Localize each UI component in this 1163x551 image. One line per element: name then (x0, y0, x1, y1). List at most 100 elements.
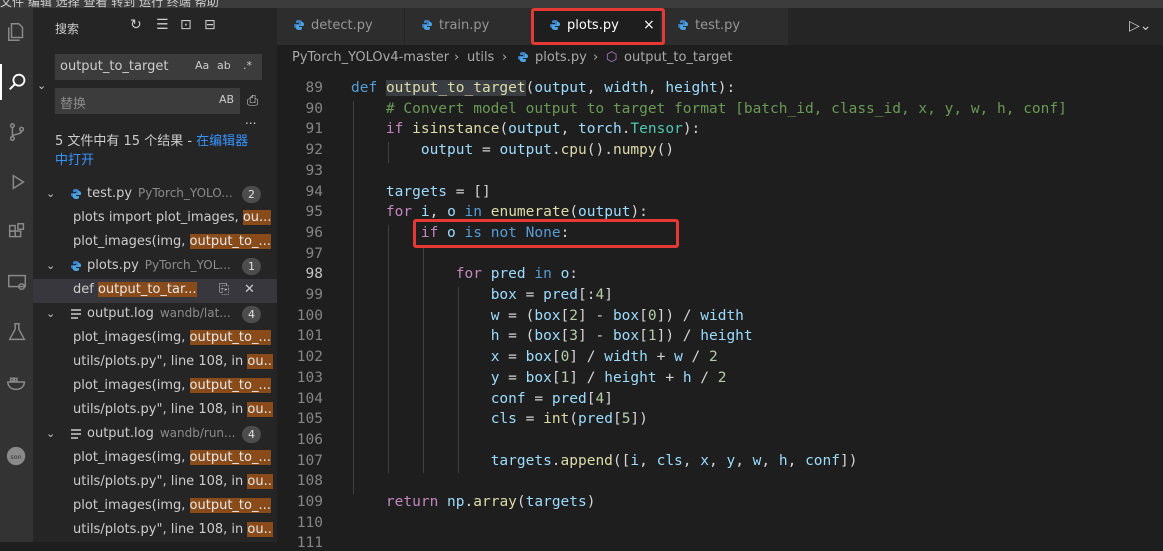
code-line[interactable]: return np.array(targets) (351, 494, 596, 510)
match-count-badge: 2 (242, 186, 261, 203)
search-input-value[interactable]: output_to_target (60, 59, 168, 74)
result-file-path: PyTorch_YOLO... (138, 186, 233, 200)
code-line[interactable]: targets = [] (351, 184, 491, 200)
breadcrumb-file[interactable]: plots.py (535, 50, 587, 65)
result-match-row[interactable]: utils/plots.py", line 108, in ou... (33, 399, 277, 423)
extensions-icon[interactable] (0, 214, 33, 250)
indent-guide (457, 287, 459, 474)
toggle-replace-chevron-icon[interactable]: ⌄ (37, 79, 46, 92)
code-line[interactable]: for i, o in enumerate(output): (351, 204, 648, 220)
result-match-row[interactable]: utils/plots.py", line 108, in ou... (33, 471, 277, 495)
result-match-row[interactable]: plot_images(img, output_to_... (33, 327, 277, 351)
replace-icon[interactable]: ⎘ (219, 282, 229, 297)
match-preview[interactable]: utils/plots.py", line 108, in ou... (73, 522, 273, 537)
remote-explorer-icon[interactable] (0, 264, 33, 300)
result-match-row[interactable]: plots import plot_images, ou... (33, 207, 277, 231)
json-icon[interactable]: son (0, 438, 33, 474)
code-editor[interactable]: 89 def output_to_target(output, width, he… (277, 80, 1163, 551)
code-line[interactable]: box = pred[:4] (351, 287, 613, 303)
chevron-down-icon[interactable]: ⌄ (46, 307, 55, 320)
match-context: plot_images(img, (73, 330, 190, 345)
match-preview[interactable]: utils/plots.py", line 108, in ou... (73, 354, 273, 369)
result-match-row[interactable]: utils/plots.py", line 108, in ou... (33, 519, 277, 542)
result-file-row[interactable]: ⌄ plots.py PyTorch_YOL... 1 (33, 255, 277, 279)
replace-placeholder[interactable]: 替换 (60, 93, 86, 112)
result-file-row[interactable]: ⌄ test.py PyTorch_YOLO... 2 (33, 183, 277, 207)
result-file-name[interactable]: output.log wandb/lat... (87, 306, 231, 321)
breadcrumb-folder[interactable]: utils (467, 50, 494, 65)
result-file-name[interactable]: test.py PyTorch_YOLO... (87, 186, 233, 201)
result-match-row[interactable]: plot_images(img, output_to_... (33, 495, 277, 519)
refresh-icon[interactable]: ↻ (130, 17, 142, 33)
run-python-file-icon[interactable]: ▷⌄ (1129, 18, 1152, 34)
chevron-down-icon[interactable]: ⌄ (46, 427, 55, 440)
docker-icon[interactable] (0, 364, 33, 400)
collapse-all-icon[interactable]: ⊟ (204, 17, 216, 33)
search-input[interactable]: output_to_target Aa ab .* (55, 54, 262, 80)
match-preview[interactable]: def output_to_tar... (73, 282, 209, 297)
result-match-row[interactable]: plot_images(img, output_to_... (33, 447, 277, 471)
code-line[interactable]: targets.append([i, cls, x, y, w, h, conf… (351, 453, 858, 469)
run-debug-icon[interactable] (0, 164, 33, 200)
result-match-row[interactable]: plot_images(img, output_to_... (33, 375, 277, 399)
code-line[interactable]: w = (box[2] - box[0]) / width (351, 308, 744, 324)
replace-input[interactable]: 替换 AB (55, 88, 240, 114)
match-preview[interactable]: plot_images(img, output_to_... (73, 450, 273, 465)
match-preview[interactable]: plot_images(img, output_to_... (73, 378, 273, 393)
menu-bar-text[interactable]: 文件 编辑 选择 查看 转到 运行 终端 帮助 (0, 0, 219, 8)
code-line[interactable]: # Convert model output to target format … (351, 101, 1067, 117)
search-icon[interactable] (0, 64, 33, 100)
match-whole-word-toggle[interactable]: ab (217, 59, 231, 72)
chevron-down-icon[interactable]: ⌄ (46, 259, 55, 272)
breadcrumb-project[interactable]: PyTorch_YOLOv4-master (292, 50, 449, 65)
match-preview[interactable]: utils/plots.py", line 108, in ou... (73, 402, 273, 417)
code-line[interactable]: def output_to_target(output, width, heig… (351, 80, 735, 96)
indent-guide (353, 100, 354, 494)
tab-label[interactable]: test.py (695, 18, 740, 33)
code-line[interactable]: x = box[0] / width + w / 2 (351, 349, 718, 365)
code-line[interactable]: output = output.cpu().numpy() (351, 142, 674, 158)
result-match-row[interactable]: plot_images(img, output_to_... (33, 231, 277, 255)
list-icon (71, 429, 81, 439)
result-match-row[interactable]: def output_to_tar... ⎘ ✕ (33, 279, 277, 303)
result-file-name[interactable]: output.log wandb/run... (87, 426, 235, 441)
result-file-row[interactable]: ⌄ output.log wandb/lat... 4 (33, 303, 277, 327)
match-context: plot_images(img, (73, 234, 190, 249)
list-icon (71, 309, 81, 319)
match-preview[interactable]: utils/plots.py", line 108, in ou... (73, 474, 273, 489)
more-options[interactable]: ... (245, 113, 256, 127)
menu-bar[interactable]: 文件 编辑 选择 查看 转到 运行 终端 帮助 (0, 0, 1163, 8)
code-line[interactable]: y = box[1] / height + h / 2 (351, 370, 727, 386)
match-preview[interactable]: plots import plot_images, ou... (73, 210, 273, 225)
preserve-case-toggle[interactable]: AB (219, 93, 234, 106)
testing-flask-icon[interactable] (0, 314, 33, 350)
tab-label[interactable]: detect.py (311, 18, 373, 33)
tab-train-py[interactable]: train.py (405, 8, 533, 45)
code-line[interactable]: if isinstance(output, torch.Tensor): (351, 121, 700, 137)
code-line[interactable]: conf = pred[4] (351, 391, 613, 407)
regex-toggle[interactable]: .* (243, 59, 252, 72)
breadcrumb-symbol[interactable]: output_to_target (624, 50, 732, 65)
code-line[interactable]: for pred in o: (351, 266, 578, 282)
result-match-row[interactable]: utils/plots.py", line 108, in ou... (33, 351, 277, 375)
replace-all-icon[interactable]: ⎙ (247, 93, 258, 109)
match-preview[interactable]: plot_images(img, output_to_... (73, 498, 273, 513)
result-file-name[interactable]: plots.py PyTorch_YOL... (87, 258, 231, 273)
match-case-toggle[interactable]: Aa (195, 59, 209, 72)
tab-detect-py[interactable]: detect.py (277, 8, 405, 45)
svg-text:son: son (10, 453, 21, 461)
match-preview[interactable]: plot_images(img, output_to_... (73, 234, 273, 249)
result-file-row[interactable]: ⌄ output.log wandb/run... 4 (33, 423, 277, 447)
chevron-down-icon[interactable]: ⌄ (46, 187, 55, 200)
new-search-editor-icon[interactable]: ⊡ (180, 17, 192, 33)
tab-label[interactable]: train.py (439, 18, 489, 33)
code-line[interactable]: cls = int(pred[5]) (351, 411, 648, 427)
match-preview[interactable]: plot_images(img, output_to_... (73, 330, 273, 345)
dismiss-icon[interactable]: ✕ (244, 282, 255, 297)
source-control-icon[interactable] (0, 114, 33, 150)
line-number: 99 (305, 287, 323, 303)
code-line[interactable]: h = (box[3] - box[1]) / height (351, 328, 753, 344)
clear-results-icon[interactable]: ☰ (156, 17, 169, 33)
explorer-icon[interactable] (0, 14, 33, 50)
tab-test-py[interactable]: test.py (661, 8, 789, 45)
